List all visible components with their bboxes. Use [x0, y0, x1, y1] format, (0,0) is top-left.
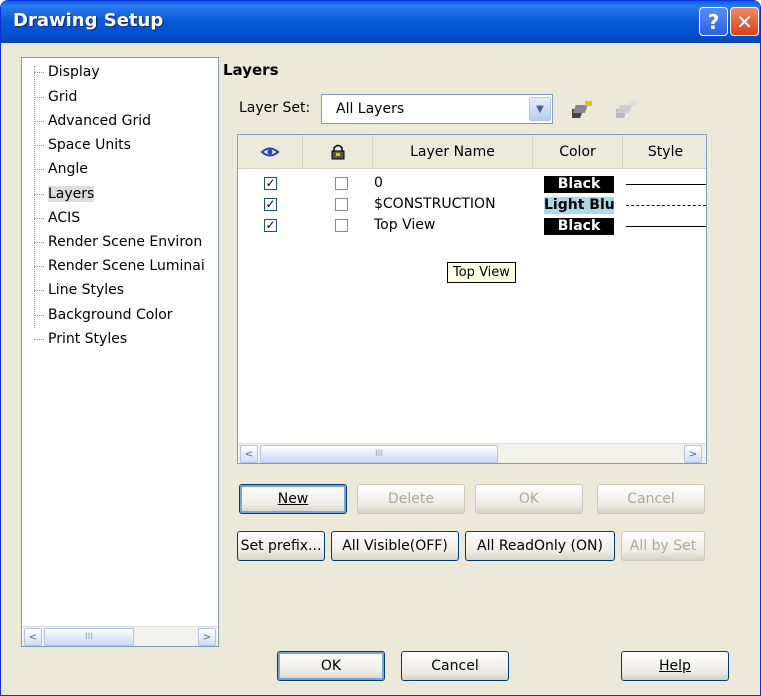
layer-set-select[interactable]: All Layers ▼ [321, 94, 553, 124]
scroll-thumb[interactable]: III [44, 628, 134, 646]
delete-layer-button[interactable]: Delete [357, 484, 465, 514]
scroll-left-icon[interactable]: < [240, 445, 258, 463]
all-visible-button[interactable]: All Visible(OFF) [331, 531, 459, 561]
layer-name: $CONSTRUCTION [374, 196, 496, 212]
layer-grid[interactable]: Layer Name Color Style ✓ 0 Black ✓ $CONS… [237, 134, 707, 464]
all-by-set-button-label: All by Set [629, 538, 697, 554]
all-readonly-button-label: All ReadOnly (ON) [477, 538, 603, 554]
tree-item-advanced-grid[interactable]: Advanced Grid [34, 113, 151, 135]
help-icon[interactable]: ? [699, 7, 728, 36]
tree-item-print-styles[interactable]: Print Styles [34, 331, 127, 353]
tree-item-render-scene-luminance[interactable]: Render Scene Luminai [34, 258, 205, 280]
ok-layer-button-label: OK [518, 491, 540, 507]
ok-button-label: OK [320, 658, 342, 674]
ok-button[interactable]: OK [277, 651, 385, 681]
set-prefix-button[interactable]: Set prefix... [237, 531, 325, 561]
layer-style-line[interactable] [626, 226, 706, 227]
all-by-set-button[interactable]: All by Set [621, 531, 705, 561]
section-title: Layers [223, 61, 279, 79]
title-bar[interactable]: Drawing Setup ? ✕ [1, 1, 760, 43]
column-header-color[interactable]: Color [533, 135, 623, 169]
layer-tooltip: Top View [447, 262, 516, 283]
tree-item-label: Layers [48, 186, 95, 202]
table-row[interactable]: ✓ $CONSTRUCTION Light Blu [238, 195, 706, 216]
tree-item-render-scene-environment[interactable]: Render Scene Environ [34, 234, 202, 256]
tree-item-background-color[interactable]: Background Color [34, 307, 173, 329]
readonly-checkbox[interactable] [335, 177, 348, 190]
set-prefix-button-label: Set prefix... [240, 538, 322, 554]
close-icon[interactable]: ✕ [730, 7, 759, 36]
tree-item-label: Background Color [48, 307, 173, 323]
layer-style-line[interactable] [626, 184, 706, 185]
cancel-button-label: Cancel [431, 658, 479, 674]
tree-item-display[interactable]: Display [34, 64, 100, 86]
scroll-thumb[interactable]: III [260, 445, 498, 463]
settings-tree[interactable]: Display Grid Advanced Grid Space Units A… [21, 57, 219, 647]
visible-checkbox[interactable]: ✓ [264, 198, 277, 211]
layer-set-value: All Layers [336, 101, 405, 117]
all-readonly-button[interactable]: All ReadOnly (ON) [465, 531, 615, 561]
help-button[interactable]: Help [621, 651, 729, 681]
layer-name: 0 [374, 175, 383, 191]
tree-item-label: Print Styles [48, 331, 128, 347]
visible-column-icon[interactable] [238, 135, 303, 169]
tree-item-label: Space Units [48, 137, 131, 153]
visible-checkbox[interactable]: ✓ [264, 219, 277, 232]
grid-horizontal-scrollbar[interactable]: < III > [238, 443, 706, 463]
delete-layer-button-label: Delete [388, 491, 434, 507]
visible-checkbox[interactable]: ✓ [264, 177, 277, 190]
grid-header: Layer Name Color Style [238, 135, 706, 169]
tree-item-layers[interactable]: Layers [34, 186, 95, 208]
lock-column-icon[interactable] [303, 135, 373, 169]
tree-item-label: Grid [48, 89, 78, 105]
readonly-checkbox[interactable] [335, 219, 348, 232]
help-button-label: Help [659, 658, 691, 674]
tree-horizontal-scrollbar[interactable]: < III > [22, 626, 218, 646]
tree-item-label: Angle [48, 161, 88, 177]
tree-item-acis[interactable]: ACIS [34, 210, 80, 232]
layer-set-label: Layer Set: [239, 100, 310, 116]
tree-item-label: Render Scene Environ [48, 234, 203, 250]
cancel-layer-button-label: Cancel [627, 491, 675, 507]
cancel-layer-button[interactable]: Cancel [597, 484, 705, 514]
tree-item-line-styles[interactable]: Line Styles [34, 282, 124, 304]
remove-layer-set-icon[interactable] [615, 98, 639, 122]
layer-name: Top View [374, 217, 436, 233]
tree-item-space-units[interactable]: Space Units [34, 137, 131, 159]
add-layer-set-icon[interactable] [571, 98, 595, 122]
chevron-down-icon[interactable]: ▼ [529, 97, 551, 121]
new-layer-button-label: New [277, 491, 309, 507]
layer-color[interactable]: Black [544, 176, 614, 193]
tree-item-angle[interactable]: Angle [34, 161, 88, 183]
layer-color[interactable]: Black [544, 218, 614, 235]
tree-item-label: Advanced Grid [48, 113, 151, 129]
layer-set-label-text: Layer Set: [239, 100, 311, 116]
table-row[interactable]: ✓ 0 Black [238, 174, 706, 195]
tree-item-label: Render Scene Luminai [48, 258, 205, 274]
layer-style-line[interactable] [626, 205, 706, 206]
new-layer-button[interactable]: New [239, 484, 347, 514]
scroll-left-icon[interactable]: < [24, 628, 42, 646]
readonly-checkbox[interactable] [335, 198, 348, 211]
table-row[interactable]: ✓ Top View Black [238, 216, 706, 237]
scroll-right-icon[interactable]: > [684, 445, 702, 463]
layer-color[interactable]: Light Blu [544, 197, 614, 214]
drawing-setup-dialog: Drawing Setup ? ✕ Display Grid Advanced … [0, 0, 761, 696]
window-title: Drawing Setup [13, 10, 164, 31]
all-visible-button-label: All Visible(OFF) [342, 538, 448, 554]
ok-layer-button[interactable]: OK [475, 484, 583, 514]
tree-item-label: ACIS [48, 210, 81, 226]
tree-item-grid[interactable]: Grid [34, 89, 77, 111]
scroll-right-icon[interactable]: > [198, 628, 216, 646]
column-header-style[interactable]: Style [623, 135, 708, 169]
tree-item-label: Line Styles [48, 282, 125, 298]
cancel-button[interactable]: Cancel [401, 651, 509, 681]
column-header-layer-name[interactable]: Layer Name [373, 135, 533, 169]
tree-item-label: Display [48, 64, 100, 80]
